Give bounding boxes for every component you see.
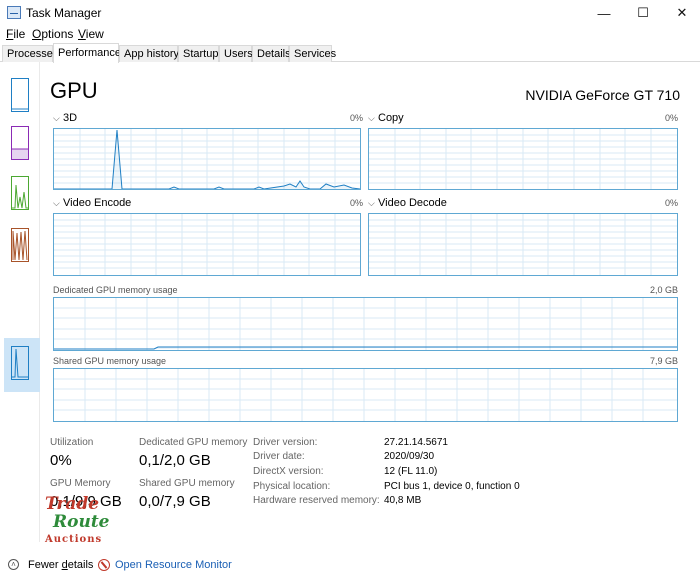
engine-percent-video-encode: 0%: [349, 198, 363, 208]
gpu-memory-label: GPU Memory: [50, 478, 111, 489]
open-resource-monitor-link[interactable]: Open Resource Monitor: [115, 559, 232, 571]
tab-strip: Processes Performance App history Startu…: [0, 43, 700, 63]
watermark-logo: Trade Route Auctions: [45, 494, 115, 554]
watermark-line-3: Auctions: [45, 534, 103, 545]
engine-percent-3d: 0%: [349, 113, 363, 123]
chevron-down-icon: ⌵: [53, 198, 60, 208]
graph-copy: [368, 128, 678, 190]
graph-video-decode-plot: [369, 214, 677, 275]
driver-version-value: 27.21.14.5671: [384, 437, 448, 448]
page-title: GPU: [50, 78, 98, 103]
sidebar-item-gpu[interactable]: [11, 346, 29, 380]
tab-app-history[interactable]: App history: [119, 45, 179, 62]
physical-location-label: Physical location:: [253, 481, 331, 492]
watermark-line-1: Trade: [45, 494, 100, 514]
graph-shared-memory: [53, 368, 678, 422]
engine-dropdown-3d[interactable]: ⌵ 3D: [53, 112, 77, 124]
hardware-reserved-memory-label: Hardware reserved memory:: [253, 495, 380, 506]
graph-video-encode: [53, 213, 361, 276]
graph-dedicated-memory-plot: [54, 298, 677, 350]
shared-memory-label: Shared GPU memory usage: [53, 356, 167, 366]
tab-services[interactable]: Services: [289, 45, 336, 62]
directx-version-label: DirectX version:: [253, 466, 324, 477]
menu-bar: File Options View: [0, 26, 700, 44]
watermark-line-2: Route: [53, 512, 110, 532]
graph-shared-memory-plot: [54, 369, 677, 421]
engine-percent-video-decode: 0%: [664, 198, 678, 208]
tab-details[interactable]: Details: [252, 45, 291, 62]
shared-memory-stat-label: Shared GPU memory: [139, 478, 235, 489]
chevron-up-icon[interactable]: ˄: [8, 559, 19, 570]
fewer-details-button[interactable]: Fewer details: [28, 559, 93, 571]
driver-version-label: Driver version:: [253, 437, 318, 448]
engine-dropdown-video-decode[interactable]: ⌵ Video Decode: [368, 197, 447, 209]
chevron-down-icon: ⌵: [53, 113, 60, 123]
physical-location-value: PCI bus 1, device 0, function 0: [384, 481, 520, 492]
chevron-down-icon: ⌵: [368, 198, 375, 208]
minimize-button[interactable]: —: [588, 0, 620, 26]
sidebar-item-memory[interactable]: [11, 126, 29, 160]
chevron-down-icon: ⌵: [368, 113, 375, 123]
close-button[interactable]: ✕: [666, 0, 698, 26]
graph-3d-plot: [54, 129, 360, 189]
dedicated-memory-label: Dedicated GPU memory usage: [53, 285, 178, 295]
graph-copy-plot: [369, 129, 677, 189]
utilization-label: Utilization: [50, 437, 94, 448]
utilization-value: 0%: [50, 452, 72, 469]
tab-users[interactable]: Users: [219, 45, 253, 62]
menu-view[interactable]: View: [78, 27, 104, 41]
engine-dropdown-video-encode[interactable]: ⌵ Video Encode: [53, 197, 131, 209]
tab-startup[interactable]: Startup: [178, 45, 219, 62]
driver-date-value: 2020/09/30: [384, 451, 435, 462]
dedicated-memory-stat-label: Dedicated GPU memory: [139, 437, 248, 448]
maximize-button[interactable]: ☐: [627, 0, 659, 26]
task-manager-icon: [7, 6, 21, 19]
dedicated-memory-max: 2,0 GB: [649, 285, 678, 295]
engine-percent-copy: 0%: [664, 113, 678, 123]
gpu-model-name: NVIDIA GeForce GT 710: [525, 87, 680, 103]
hardware-reserved-memory-value: 40,8 MB: [384, 495, 422, 506]
sidebar-item-disk[interactable]: [11, 176, 29, 210]
title-bar: Task Manager — ☐ ✕: [0, 0, 700, 26]
resource-monitor-icon: [98, 559, 110, 571]
sidebar-item-ethernet[interactable]: [11, 228, 29, 262]
graph-video-encode-plot: [54, 214, 360, 275]
tab-performance[interactable]: Performance: [53, 43, 121, 63]
engine-dropdown-copy[interactable]: ⌵ Copy: [368, 112, 404, 124]
driver-date-label: Driver date:: [253, 451, 305, 462]
footer: ˄ Fewer details Open Resource Monitor: [0, 556, 700, 576]
shared-memory-max: 7,9 GB: [649, 356, 678, 366]
sidebar-item-cpu[interactable]: [11, 78, 29, 112]
menu-options[interactable]: Options: [32, 27, 73, 41]
directx-version-value: 12 (FL 11.0): [384, 466, 438, 477]
tab-processes[interactable]: Processes: [2, 45, 58, 62]
shared-memory-stat-value: 0,0/7,9 GB: [139, 493, 211, 510]
menu-file[interactable]: File: [6, 27, 25, 41]
graph-3d: [53, 128, 361, 190]
graph-video-decode: [368, 213, 678, 276]
resource-sidebar: [0, 62, 40, 542]
graph-dedicated-memory: [53, 297, 678, 351]
window-title: Task Manager: [26, 6, 102, 20]
dedicated-memory-stat-value: 0,1/2,0 GB: [139, 452, 211, 469]
